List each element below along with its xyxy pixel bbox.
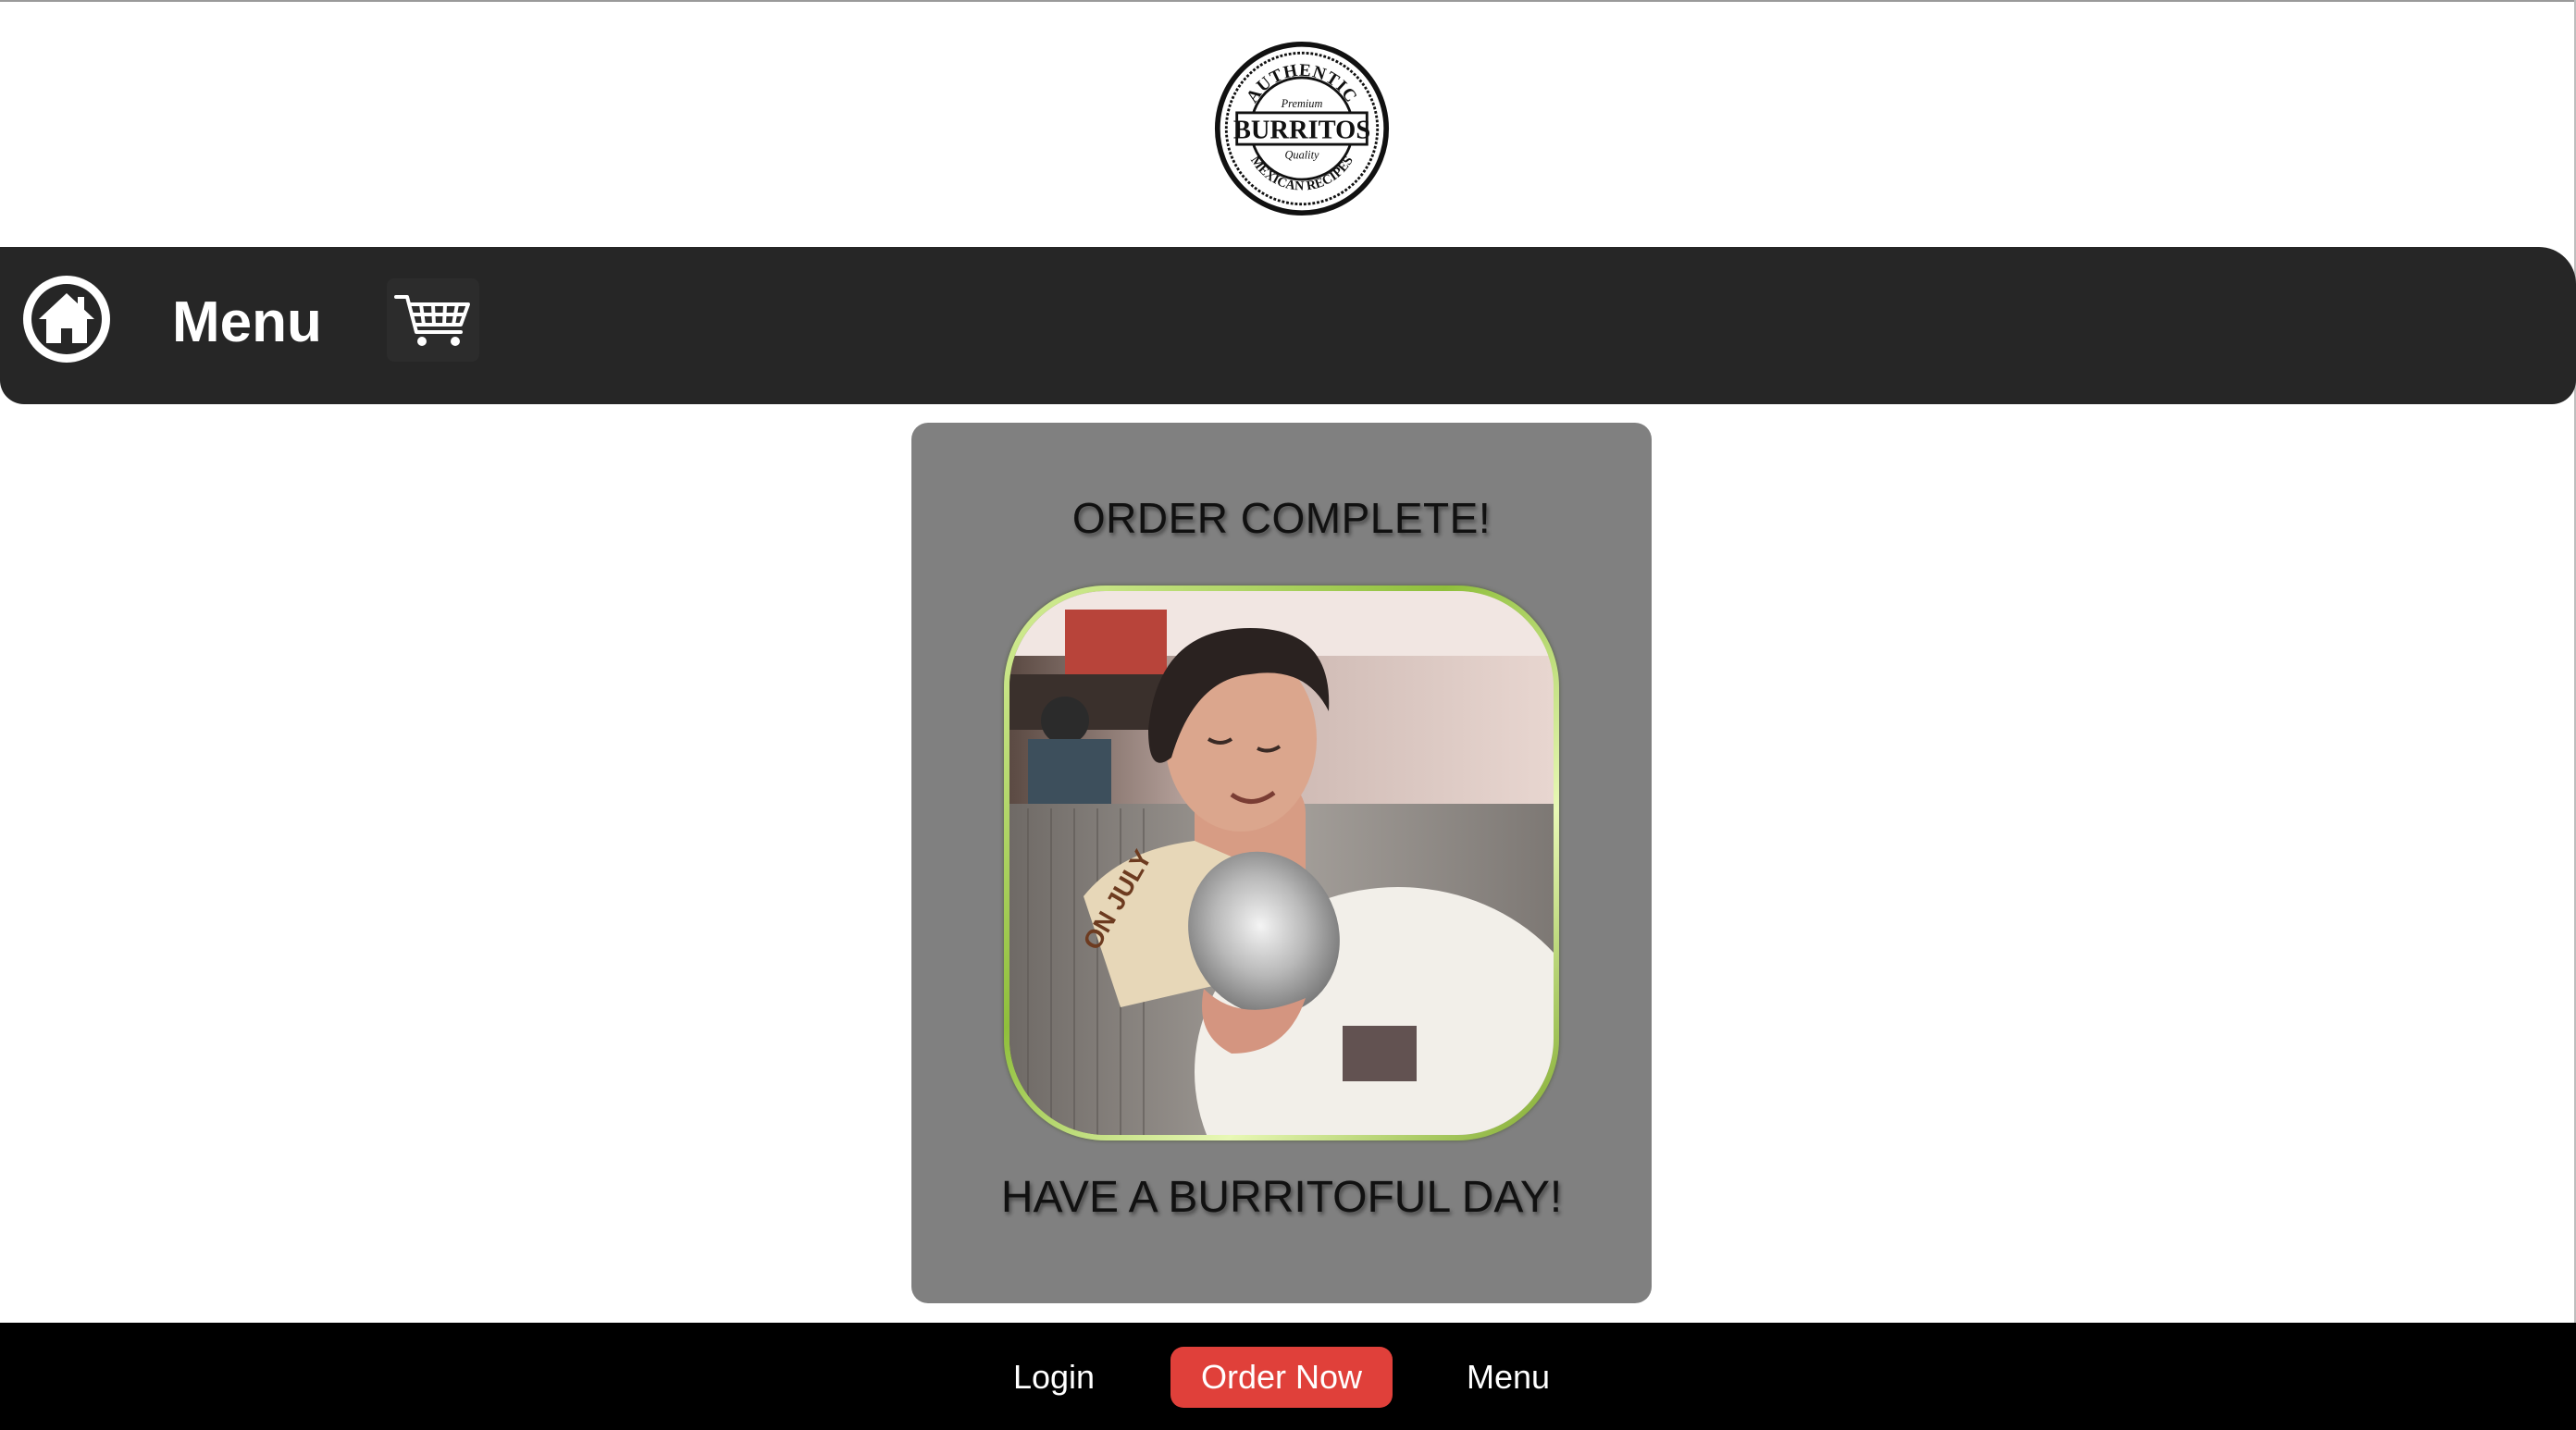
svg-text:Premium: Premium: [1281, 97, 1323, 110]
order-complete-title: ORDER COMPLETE!: [1071, 494, 1492, 542]
footer-order-now-button[interactable]: Order Now: [1170, 1347, 1393, 1408]
home-icon: [23, 276, 110, 363]
order-complete-subtitle: HAVE A BURRITOFUL DAY!: [1000, 1173, 1563, 1222]
burritos-logo[interactable]: AUTHENTIC MEXICAN RECIPES Premium BURRIT…: [1214, 41, 1390, 216]
shopping-cart-icon: [394, 295, 470, 346]
header-bar: Menu: [0, 247, 2576, 404]
window-top-border: [0, 0, 2576, 2]
burritos-logo-icon: AUTHENTIC MEXICAN RECIPES Premium BURRIT…: [1214, 41, 1390, 216]
person-with-burrito-photo: ON JULY: [1009, 591, 1554, 1135]
order-complete-page: AUTHENTIC MEXICAN RECIPES Premium BURRIT…: [0, 0, 2576, 1430]
order-complete-card: ORDER COMPLETE! ON JULY HAVE A BURRITOFU…: [911, 423, 1652, 1303]
header-title: Menu: [172, 290, 322, 354]
svg-text:Quality: Quality: [1284, 148, 1319, 161]
shopping-cart-button[interactable]: [387, 278, 479, 362]
footer-menu-link[interactable]: Menu: [1456, 1347, 1560, 1408]
svg-text:BURRITOS: BURRITOS: [1233, 116, 1370, 144]
footer-nav: Login Order Now Menu: [0, 1323, 2576, 1430]
home-button[interactable]: [19, 271, 115, 367]
photo-frame: ON JULY: [1004, 586, 1559, 1140]
footer-login-link[interactable]: Login: [999, 1347, 1108, 1408]
